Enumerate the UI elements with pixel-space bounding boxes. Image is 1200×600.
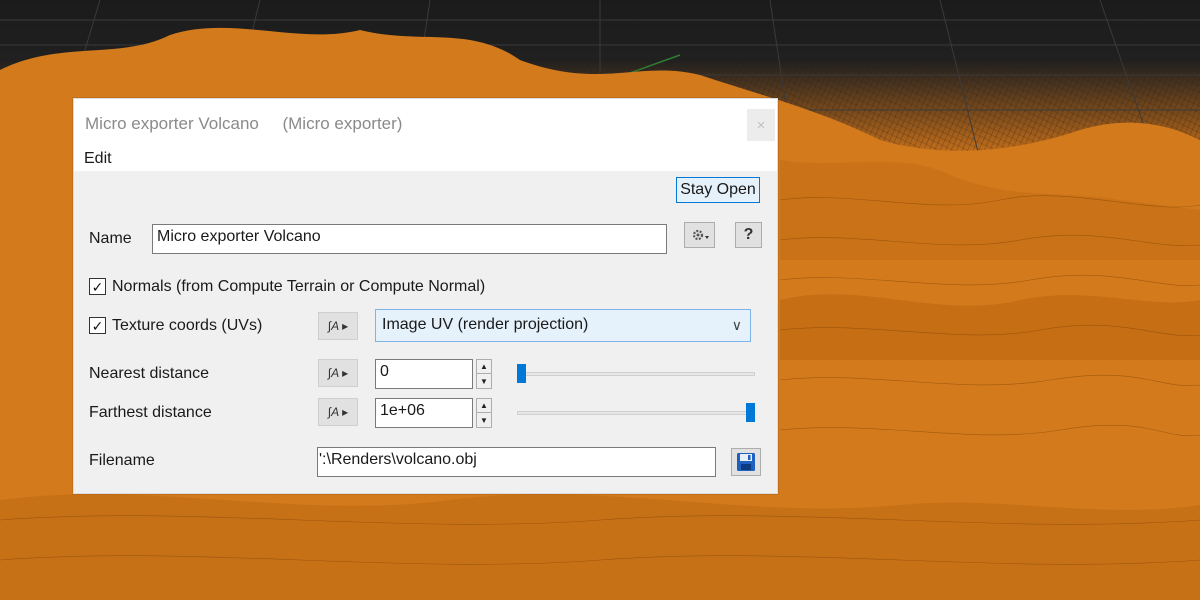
help-label: ?	[743, 226, 754, 243]
title-bar[interactable]: Micro exporter Volcano (Micro exporter) …	[74, 99, 777, 147]
chevron-down-icon: ∨	[731, 317, 742, 333]
filename-value: ':\Renders\volcano.obj	[319, 451, 477, 468]
farthest-distance-input[interactable]: 1e+06	[375, 398, 473, 428]
close-button[interactable]: ×	[747, 109, 775, 141]
farthest-distance-spinner[interactable]: ▲ ▼	[476, 398, 492, 428]
farthest-distance-value: 1e+06	[380, 402, 425, 419]
stay-open-button[interactable]: Stay Open	[676, 177, 760, 203]
farthest-distance-slider-thumb[interactable]	[746, 403, 755, 422]
uv-projection-value: Image UV (render projection)	[382, 316, 589, 333]
animate-curve-icon: ∫A ▸	[327, 366, 349, 380]
floppy-disk-icon	[737, 453, 755, 471]
texture-coords-label: Texture coords (UVs)	[112, 317, 263, 334]
filename-input[interactable]: ':\Renders\volcano.obj	[317, 447, 716, 477]
animate-curve-icon: ∫A ▸	[327, 319, 349, 333]
name-value: Micro exporter Volcano	[157, 228, 321, 245]
save-button[interactable]	[731, 448, 761, 476]
animate-curve-icon: ∫A ▸	[327, 405, 349, 419]
nearest-distance-value: 0	[380, 363, 389, 380]
farthest-distance-slider[interactable]	[517, 411, 755, 415]
normals-checkbox[interactable]: ✓	[89, 278, 106, 295]
spin-down-icon[interactable]: ▼	[477, 413, 491, 427]
nearest-distance-slider-thumb[interactable]	[517, 364, 526, 383]
name-input[interactable]: Micro exporter Volcano	[152, 224, 667, 254]
micro-exporter-dialog: Micro exporter Volcano (Micro exporter) …	[73, 98, 778, 494]
close-icon: ×	[756, 116, 766, 134]
help-button[interactable]: ?	[735, 222, 762, 248]
gear-icon	[692, 229, 709, 241]
menu-edit[interactable]: Edit	[84, 150, 112, 168]
stay-open-label: Stay Open	[680, 181, 756, 198]
uv-projection-select[interactable]: Image UV (render projection) ∨	[375, 309, 751, 342]
settings-button[interactable]	[684, 222, 715, 248]
nearest-distance-label: Nearest distance	[89, 365, 210, 382]
dialog-title: Micro exporter Volcano (Micro exporter)	[85, 114, 403, 133]
filename-label: Filename	[89, 452, 155, 469]
name-label: Name	[89, 230, 132, 247]
texture-coords-animate-button[interactable]: ∫A ▸	[318, 312, 358, 340]
nearest-distance-spinner[interactable]: ▲ ▼	[476, 359, 492, 389]
farthest-distance-animate-button[interactable]: ∫A ▸	[318, 398, 358, 426]
menu-bar: Edit	[74, 147, 777, 171]
spin-up-icon[interactable]: ▲	[477, 360, 491, 374]
farthest-distance-label: Farthest distance	[89, 404, 212, 421]
spin-up-icon[interactable]: ▲	[477, 399, 491, 413]
checkmark-icon: ✓	[91, 317, 104, 334]
checkmark-icon: ✓	[91, 278, 104, 295]
nearest-distance-input[interactable]: 0	[375, 359, 473, 389]
normals-label: Normals (from Compute Terrain or Compute…	[112, 278, 486, 295]
spin-down-icon[interactable]: ▼	[477, 374, 491, 388]
nearest-distance-slider[interactable]	[517, 372, 755, 376]
nearest-distance-animate-button[interactable]: ∫A ▸	[318, 359, 358, 387]
texture-coords-checkbox[interactable]: ✓	[89, 317, 106, 334]
